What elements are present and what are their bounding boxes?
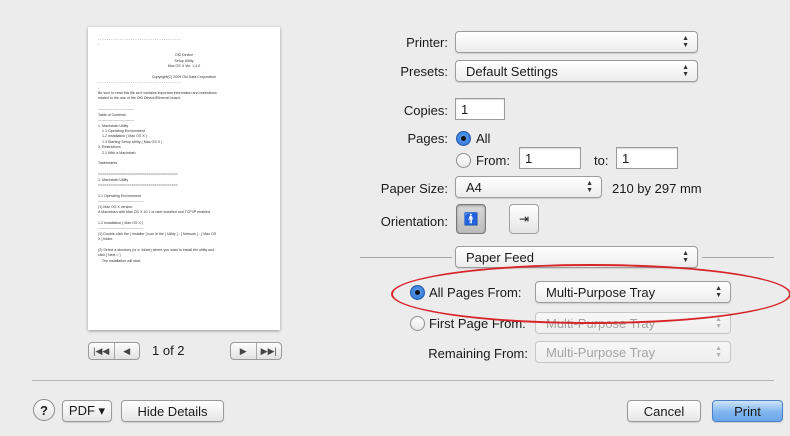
paper-size-value: A4 bbox=[466, 179, 482, 195]
section-popup[interactable]: Paper Feed ▲ ▼ bbox=[455, 246, 698, 268]
orientation-label: Orientation: bbox=[380, 214, 448, 229]
printer-popup[interactable]: ▲ ▼ bbox=[455, 31, 698, 53]
landscape-icon: ⇥ bbox=[518, 212, 530, 226]
pages-all-label: All bbox=[476, 131, 491, 146]
copies-label: Copies: bbox=[403, 103, 448, 118]
copies-field[interactable]: 1 bbox=[455, 98, 505, 120]
pages-from-label: From: bbox=[476, 153, 510, 168]
popup-arrows-icon: ▲ ▼ bbox=[682, 64, 689, 78]
popup-arrows-icon: ▲ ▼ bbox=[682, 35, 689, 49]
section-divider-right bbox=[702, 257, 774, 258]
paper-size-label: Paper Size: bbox=[380, 181, 448, 196]
page-count: 1 of 2 bbox=[152, 343, 185, 358]
first-page-from-label: First Page From: bbox=[429, 316, 526, 331]
pages-to-field[interactable]: 1 bbox=[616, 147, 678, 169]
footer-divider bbox=[32, 380, 774, 381]
all-pages-from-label: All Pages From: bbox=[429, 285, 522, 300]
section-divider-left bbox=[360, 257, 452, 258]
remaining-from-label: Remaining From: bbox=[428, 346, 528, 361]
all-pages-tray-value: Multi-Purpose Tray bbox=[546, 284, 656, 300]
portrait-icon: 🚹 bbox=[463, 212, 479, 226]
hide-details-button[interactable]: Hide Details bbox=[121, 400, 224, 422]
presets-popup[interactable]: Default Settings ▲ ▼ bbox=[455, 60, 698, 82]
printer-value bbox=[466, 35, 470, 50]
preview-text-line: The installation will start. bbox=[98, 258, 142, 263]
all-pages-tray-popup[interactable]: Multi-Purpose Tray ▲ ▼ bbox=[535, 281, 731, 303]
print-button[interactable]: Print bbox=[712, 400, 783, 422]
popup-arrows-icon: ▲ ▼ bbox=[682, 250, 689, 264]
print-preview-page: - - - - - - - - - - - - - - - - - - - - … bbox=[88, 27, 280, 330]
popup-arrows-icon: ▲ ▼ bbox=[715, 316, 722, 330]
section-value: Paper Feed bbox=[466, 249, 534, 265]
popup-arrows-icon: ▲ ▼ bbox=[715, 285, 722, 299]
paper-size-popup[interactable]: A4 ▲ ▼ bbox=[455, 176, 602, 198]
next-page-button[interactable]: ▶ bbox=[231, 343, 256, 359]
remaining-tray-popup[interactable]: Multi-Purpose Tray ▲ ▼ bbox=[535, 341, 731, 363]
first-page-button[interactable]: |◀◀ bbox=[89, 343, 114, 359]
pdf-menu-button[interactable]: PDF ▾ bbox=[62, 400, 112, 422]
presets-value: Default Settings bbox=[466, 63, 558, 79]
pages-all-radio[interactable] bbox=[456, 131, 471, 146]
preview-back-nav: |◀◀ ◀ bbox=[88, 342, 140, 360]
presets-label: Presets: bbox=[400, 64, 448, 79]
first-page-tray-value: Multi-Purpose Tray bbox=[546, 315, 656, 331]
orientation-landscape-button[interactable]: ⇥ bbox=[509, 204, 539, 234]
pages-label: Pages: bbox=[407, 131, 448, 146]
printer-label: Printer: bbox=[406, 35, 448, 50]
previous-page-button[interactable]: ◀ bbox=[113, 343, 140, 359]
popup-arrows-icon: ▲ ▼ bbox=[715, 345, 722, 359]
pages-from-field[interactable]: 1 bbox=[519, 147, 581, 169]
first-page-tray-popup[interactable]: Multi-Purpose Tray ▲ ▼ bbox=[535, 312, 731, 334]
pages-to-label: to: bbox=[594, 153, 609, 168]
popup-arrows-icon: ▲ ▼ bbox=[586, 180, 593, 194]
orientation-portrait-button[interactable]: 🚹 bbox=[456, 204, 486, 234]
first-page-from-radio[interactable] bbox=[410, 316, 425, 331]
preview-forward-nav: ▶ ▶▶| bbox=[230, 342, 282, 360]
all-pages-from-radio[interactable] bbox=[410, 285, 425, 300]
paper-dimensions: 210 by 297 mm bbox=[612, 181, 702, 196]
last-page-button[interactable]: ▶▶| bbox=[255, 343, 282, 359]
remaining-tray-value: Multi-Purpose Tray bbox=[546, 344, 656, 360]
pages-from-radio[interactable] bbox=[456, 153, 471, 168]
cancel-button[interactable]: Cancel bbox=[627, 400, 701, 422]
help-button[interactable]: ? bbox=[33, 399, 55, 421]
